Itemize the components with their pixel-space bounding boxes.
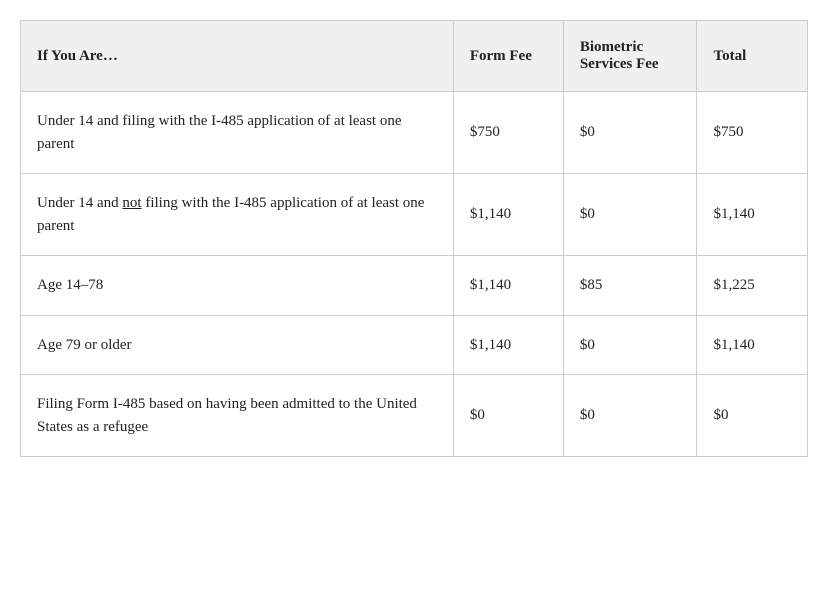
header-condition: If You Are… [21,21,453,92]
table-header-row: If You Are… Form Fee Biometric Services … [21,21,807,92]
cell-condition: Age 79 or older [21,315,453,375]
header-total: Total [697,21,807,92]
cell-form-fee: $1,140 [453,256,563,316]
cell-biometric-fee: $85 [563,256,697,316]
fee-table: If You Are… Form Fee Biometric Services … [21,21,807,456]
cell-form-fee: $750 [453,92,563,174]
header-biometric: Biometric Services Fee [563,21,697,92]
cell-condition: Under 14 and filing with the I-485 appli… [21,92,453,174]
table-row: Under 14 and not filing with the I-485 a… [21,174,807,256]
cell-form-fee: $1,140 [453,174,563,256]
table-row: Age 79 or older$1,140$0$1,140 [21,315,807,375]
table-row: Under 14 and filing with the I-485 appli… [21,92,807,174]
table-row: Filing Form I-485 based on having been a… [21,375,807,457]
cell-condition: Filing Form I-485 based on having been a… [21,375,453,457]
cell-biometric-fee: $0 [563,174,697,256]
cell-total: $1,225 [697,256,807,316]
cell-biometric-fee: $0 [563,315,697,375]
cell-total: $750 [697,92,807,174]
header-form-fee: Form Fee [453,21,563,92]
cell-condition: Under 14 and not filing with the I-485 a… [21,174,453,256]
cell-biometric-fee: $0 [563,375,697,457]
cell-condition: Age 14–78 [21,256,453,316]
table-row: Age 14–78$1,140$85$1,225 [21,256,807,316]
cell-total: $1,140 [697,315,807,375]
cell-total: $0 [697,375,807,457]
fee-table-wrapper: If You Are… Form Fee Biometric Services … [20,20,808,457]
cell-total: $1,140 [697,174,807,256]
cell-form-fee: $1,140 [453,315,563,375]
cell-form-fee: $0 [453,375,563,457]
cell-biometric-fee: $0 [563,92,697,174]
